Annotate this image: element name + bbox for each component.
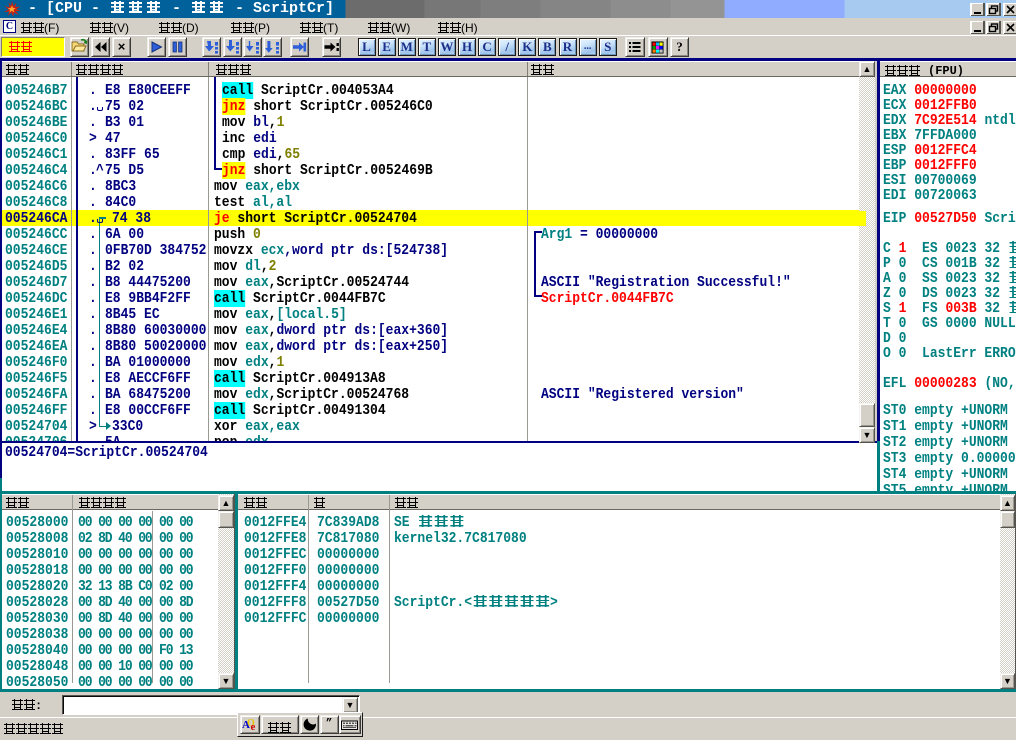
svg-text:e: e — [251, 721, 256, 733]
